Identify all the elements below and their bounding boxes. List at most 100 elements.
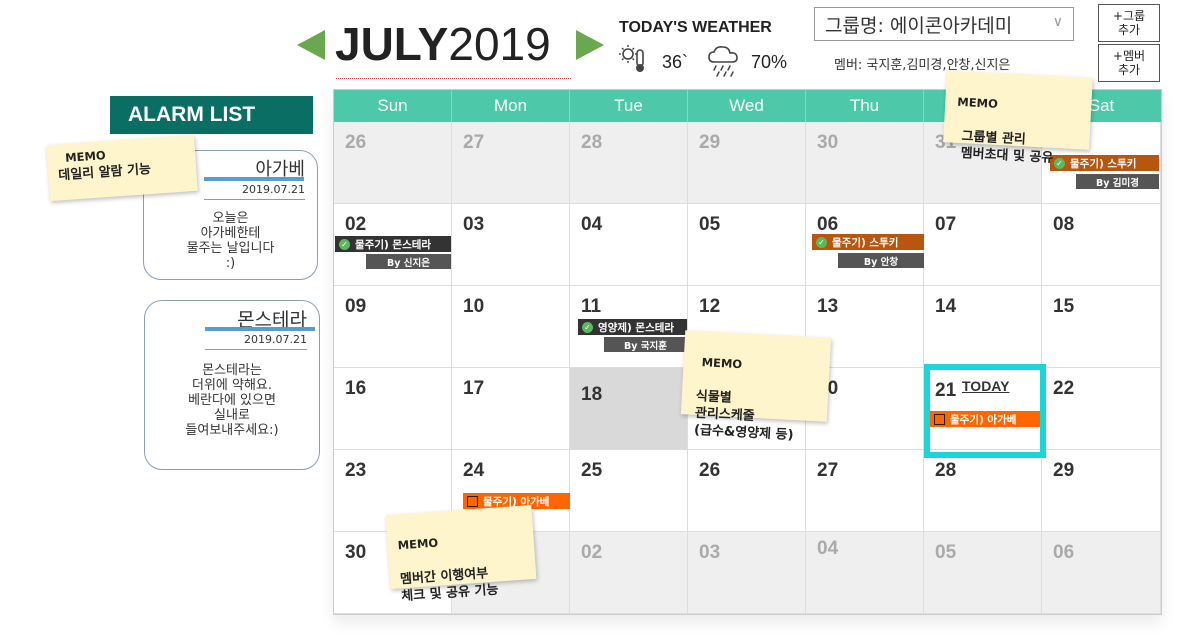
today-label: TODAY <box>962 378 1010 394</box>
event-bar[interactable]: ✓ 물주기) 몬스테라 <box>335 236 451 252</box>
day-cell[interactable]: 06 <box>1042 532 1161 614</box>
day-number: 02 <box>581 542 603 563</box>
event-author: By 안창 <box>838 253 924 268</box>
memo-note: MEMO 그룹별 관리 멤버초대 및 공유 <box>943 70 1093 166</box>
month-title: JULY2019 <box>335 14 551 74</box>
spellcheck-underline <box>336 74 571 79</box>
memo-title: MEMO <box>397 535 439 553</box>
member-list: 멤버: 국지훈,김미경,안창,신지은 <box>834 58 1011 73</box>
day-cell[interactable]: 02 <box>570 532 688 614</box>
weekday-wed: Wed <box>688 90 806 122</box>
day-cell[interactable]: 10 <box>452 286 570 368</box>
day-cell[interactable]: 29 <box>688 122 806 204</box>
event-bar[interactable]: ✓ 영양제) 몬스테라 <box>578 319 687 335</box>
day-cell[interactable]: 08 <box>1042 204 1161 286</box>
day-number: 18 <box>581 384 603 405</box>
day-number: 03 <box>699 542 721 563</box>
day-cell[interactable]: 16 <box>334 368 452 450</box>
day-number: 12 <box>699 296 721 317</box>
alarm-card[interactable]: 몬스테라 2019.07.21 몬스테라는 더위에 약해요. 베란다에 있으면 … <box>144 300 320 470</box>
day-number: 07 <box>935 214 957 235</box>
day-number: 30 <box>345 542 367 563</box>
day-cell[interactable]: 03 <box>688 532 806 614</box>
temperature-value: 36` <box>662 52 689 72</box>
day-cell[interactable]: 14 <box>924 286 1042 368</box>
day-cell[interactable]: 05 <box>688 204 806 286</box>
event-bar[interactable]: ✓ 물주기) 스투키 <box>812 234 924 250</box>
day-cell[interactable]: 04 <box>570 204 688 286</box>
day-number: 05 <box>699 214 721 235</box>
event-label: 물주기) 스투키 <box>1070 157 1137 170</box>
divider <box>205 349 307 350</box>
day-number: 29 <box>699 132 721 153</box>
day-cell[interactable]: 09 <box>334 286 452 368</box>
day-number: 24 <box>463 460 485 481</box>
day-cell[interactable]: 03 <box>452 204 570 286</box>
memo-note: MEMO 식물별 관리스케줄 (급수&영양제 등) <box>680 330 832 443</box>
day-number: 15 <box>1053 296 1075 317</box>
day-cell[interactable]: 17 <box>452 368 570 450</box>
alarm-name-underline <box>204 177 304 181</box>
check-circle-icon: ✓ <box>816 236 827 248</box>
event-author: By 김미경 <box>1076 174 1159 189</box>
add-member-button[interactable]: +멤버 추가 <box>1098 44 1160 82</box>
day-number: 03 <box>463 214 485 235</box>
prev-month-button[interactable] <box>297 30 325 60</box>
event-label: 물주기) 몬스테라 <box>355 238 432 251</box>
alarm-name-underline <box>205 327 315 331</box>
group-select[interactable]: 그룹명: 에이콘아카데미 ∨ <box>814 7 1074 41</box>
day-number: 13 <box>817 296 839 317</box>
day-cell[interactable]: 04 <box>806 532 924 614</box>
day-number: 16 <box>345 378 367 399</box>
day-number: 28 <box>935 460 957 481</box>
checkbox-icon[interactable] <box>467 495 478 507</box>
day-number: 30 <box>817 132 839 153</box>
day-number: 09 <box>345 296 367 317</box>
day-cell[interactable]: 26 <box>688 450 806 532</box>
alarm-date: 2019.07.21 <box>244 333 307 346</box>
memo-text: 멤버간 이행여부 체크 및 공유 기능 <box>399 566 499 605</box>
day-cell[interactable]: 25 <box>570 450 688 532</box>
group-select-value: 그룹명: 에이콘아카데미 <box>825 14 1013 37</box>
memo-title: MEMO <box>701 355 743 372</box>
day-number: 02 <box>345 214 367 235</box>
event-author: By 신지은 <box>366 254 451 269</box>
day-number: 23 <box>345 460 367 481</box>
day-number: 10 <box>463 296 485 317</box>
day-number: 25 <box>581 460 603 481</box>
day-cell[interactable]: 05 <box>924 532 1042 614</box>
day-cell[interactable]: 28 <box>570 122 688 204</box>
day-cell[interactable]: 27 <box>806 450 924 532</box>
month-label: JULY <box>335 18 449 70</box>
day-cell[interactable]: 27 <box>452 122 570 204</box>
day-cell[interactable]: 29 <box>1042 450 1161 532</box>
memo-title: MEMO <box>956 94 999 111</box>
day-number: 14 <box>935 296 957 317</box>
day-number: 04 <box>817 538 839 559</box>
day-cell-selected[interactable]: 18 <box>570 368 688 450</box>
event-label: 영양제) 몬스테라 <box>598 321 675 334</box>
day-number: 26 <box>345 132 367 153</box>
memo-text: 그룹별 관리 멤버초대 및 공유 <box>960 129 1054 166</box>
add-group-button[interactable]: +그룹 추가 <box>1098 4 1160 42</box>
day-cell[interactable]: 22 <box>1042 368 1161 450</box>
day-number: 11 <box>581 296 602 317</box>
alarm-message: 몬스테라는 더위에 약해요. 베란다에 있으면 실내로 들여보내주세요:) <box>185 363 279 438</box>
day-number: 26 <box>699 460 721 481</box>
day-number: 08 <box>1053 214 1075 235</box>
day-number: 22 <box>1053 378 1075 399</box>
day-cell[interactable]: 30 <box>806 122 924 204</box>
day-cell[interactable]: 07 <box>924 204 1042 286</box>
day-cell[interactable]: 28 <box>924 450 1042 532</box>
weekday-thu: Thu <box>806 90 924 122</box>
next-month-button[interactable] <box>576 30 604 60</box>
day-number: 17 <box>463 378 485 399</box>
day-cell[interactable]: 26 <box>334 122 452 204</box>
weekday-tue: Tue <box>570 90 688 122</box>
event-author: By 국지훈 <box>604 337 687 352</box>
memo-text: 식물별 관리스케줄 (급수&영양제 등) <box>693 388 794 444</box>
event-label: 물주기) 스투키 <box>832 236 899 249</box>
day-cell[interactable]: 15 <box>1042 286 1161 368</box>
day-number: 06 <box>1053 542 1075 563</box>
day-number: 04 <box>581 214 603 235</box>
